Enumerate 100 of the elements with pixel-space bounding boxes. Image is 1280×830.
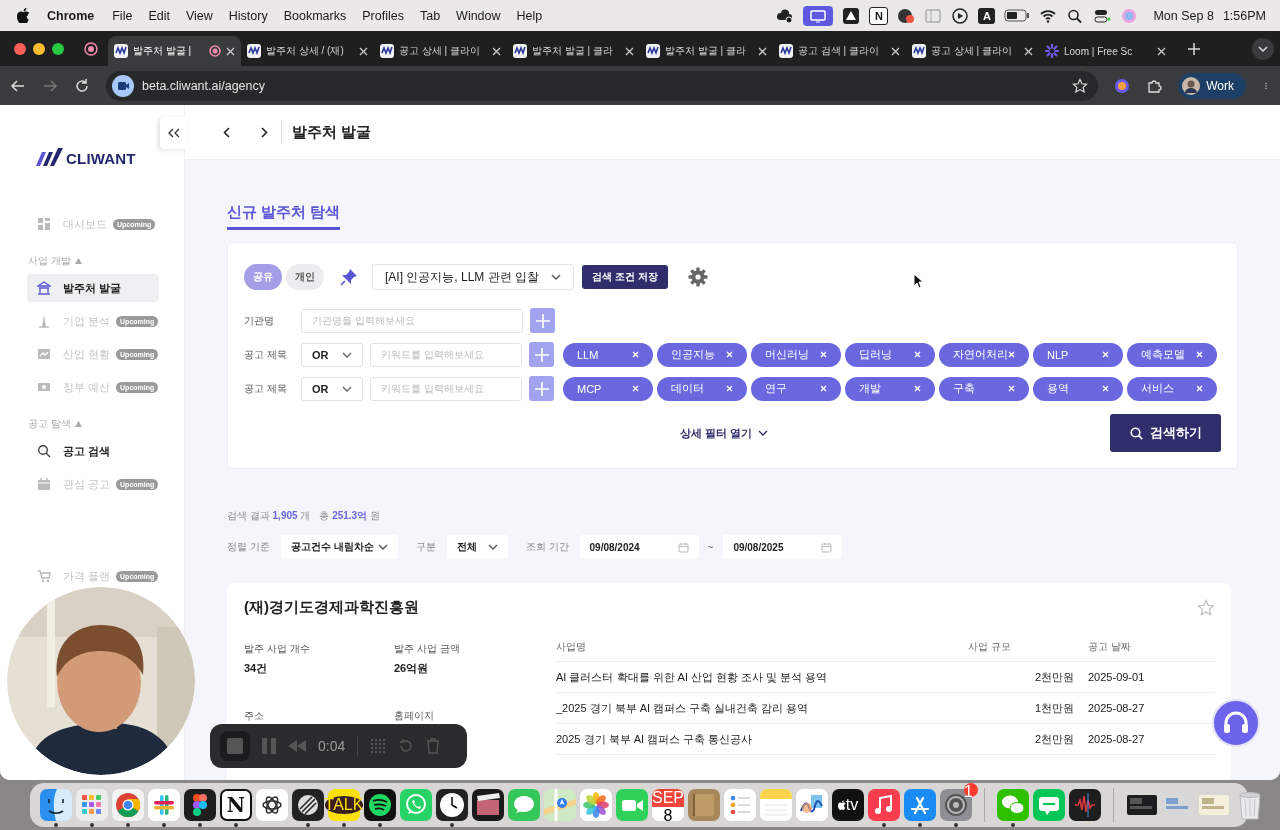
tv-app-icon[interactable]: tv: [832, 789, 864, 821]
section-tab[interactable]: 신규 발주처 탐색: [227, 203, 341, 230]
extension-orb-icon[interactable]: [1114, 77, 1131, 94]
menu-item[interactable]: History: [228, 8, 268, 23]
store-icon[interactable]: [904, 789, 936, 821]
apple-icon[interactable]: [17, 8, 30, 23]
cloud-icon[interactable]: [776, 7, 795, 24]
menu-item[interactable]: Bookmarks: [283, 8, 347, 23]
keyword-chip[interactable]: 예측모델: [1127, 342, 1217, 367]
keyword-chip[interactable]: 연구: [751, 376, 841, 401]
checklist-icon[interactable]: [724, 789, 756, 821]
colored-circles-icon[interactable]: [184, 789, 216, 821]
menu-item[interactable]: Window: [456, 8, 501, 23]
keyword-chip[interactable]: 데이터: [657, 376, 747, 401]
menu-item[interactable]: Edit: [148, 8, 170, 23]
forward-icon[interactable]: [260, 126, 268, 138]
date-field[interactable]: 09/08/2025: [723, 535, 843, 559]
control-center-icon[interactable]: [1093, 7, 1112, 24]
scribble-icon[interactable]: [796, 789, 828, 821]
remove-icon[interactable]: [1008, 385, 1015, 392]
detail-filter-link[interactable]: 상세 필터 열기: [679, 425, 768, 441]
tab-list-button[interactable]: [1252, 37, 1274, 60]
keyword-chip[interactable]: 자연어처리: [939, 342, 1029, 367]
keyword-chip[interactable]: MCP: [563, 376, 653, 401]
back-icon[interactable]: [222, 126, 230, 138]
close-icon[interactable]: [1024, 46, 1033, 56]
menu-time[interactable]: 1:56PM: [1222, 8, 1266, 23]
remove-icon[interactable]: [632, 385, 639, 392]
collapse-triangle-icon[interactable]: [74, 421, 82, 427]
keyword-chip[interactable]: 머신러닝: [751, 342, 841, 367]
remove-icon[interactable]: [820, 385, 827, 392]
browser-tab[interactable]: 발주처 발굴 | 클라: [507, 36, 640, 66]
record-icon[interactable]: [897, 7, 916, 24]
bookmark-star-icon[interactable]: [1072, 77, 1089, 94]
wifi-icon[interactable]: [1039, 7, 1058, 24]
close-icon[interactable]: [359, 46, 368, 56]
close-icon[interactable]: [891, 46, 900, 56]
keyword-chip[interactable]: 개발: [845, 376, 935, 401]
keyword-chip[interactable]: NLP: [1033, 342, 1123, 367]
pin-icon[interactable]: [340, 268, 358, 286]
profile-button[interactable]: Work: [1178, 72, 1246, 99]
keyword-field[interactable]: 키워드를 입력해보세요: [370, 342, 522, 367]
settings-icon[interactable]: [687, 267, 708, 287]
sound-waves-icon[interactable]: [364, 789, 396, 821]
collapse-sidebar-button[interactable]: [160, 117, 187, 149]
status-app-icon[interactable]: A: [978, 7, 996, 24]
menu-item[interactable]: Help: [516, 8, 543, 23]
operator-select[interactable]: OR: [301, 376, 363, 401]
puzzle-icon[interactable]: [1146, 77, 1163, 94]
chat-bubbles-icon[interactable]: [997, 789, 1029, 821]
app-menu[interactable]: Chrome: [47, 8, 95, 23]
remove-icon[interactable]: [726, 385, 733, 392]
close-icon[interactable]: [625, 46, 634, 56]
dot-grid-icon[interactable]: [370, 738, 387, 754]
remove-icon[interactable]: [914, 385, 921, 392]
browser-tab[interactable]: 공고 상세 | 클라이: [374, 36, 507, 66]
menu-date[interactable]: Mon Sep 8: [1153, 8, 1214, 23]
remove-icon[interactable]: [820, 351, 827, 358]
map-icon[interactable]: [544, 789, 576, 821]
preset-select[interactable]: [AI] 인공지능, LLM 관련 입찰: [372, 264, 574, 290]
menu-item[interactable]: File: [112, 8, 133, 23]
menu-item[interactable]: Tab: [419, 8, 441, 23]
clapperboard-icon[interactable]: [472, 789, 504, 821]
close-icon[interactable]: [758, 46, 767, 56]
browser-tab[interactable]: 공고 검색 | 클라이: [773, 36, 906, 66]
address-bar[interactable]: beta.cliwant.ai/agency: [106, 70, 1099, 101]
headset-button[interactable]: [1212, 699, 1260, 747]
save-filter-button[interactable]: 검색 조건 저장: [582, 265, 668, 289]
reload-icon[interactable]: [74, 77, 90, 94]
back-icon[interactable]: [10, 77, 26, 94]
remove-icon[interactable]: [1102, 385, 1109, 392]
keyword-chip[interactable]: 용역: [1033, 376, 1123, 401]
sidebar-item[interactable]: 공고 검색: [27, 437, 159, 465]
keyword-chip[interactable]: 서비스: [1127, 376, 1217, 401]
remove-icon[interactable]: [632, 351, 639, 358]
remove-icon[interactable]: [1008, 351, 1015, 358]
operator-select[interactable]: OR: [301, 342, 363, 367]
browser-tab[interactable]: 공고 상세 | 클라이: [906, 36, 1039, 66]
keyword-chip[interactable]: 구축: [939, 376, 1029, 401]
music-note-icon[interactable]: [868, 789, 900, 821]
close-window-button[interactable]: [14, 42, 26, 55]
scope-tab[interactable]: 개인: [286, 264, 324, 290]
calendar-icon[interactable]: SEP 8: [652, 789, 684, 821]
remove-icon[interactable]: [726, 351, 733, 358]
close-icon[interactable]: [492, 46, 501, 56]
flower-icon[interactable]: [580, 789, 612, 821]
letter-app-icon[interactable]: N: [220, 789, 252, 821]
clock-icon[interactable]: [436, 789, 468, 821]
close-icon[interactable]: [1157, 46, 1166, 56]
keyword-chip[interactable]: 딥러닝: [845, 342, 935, 367]
notebook-icon[interactable]: [688, 789, 720, 821]
keyword-chip[interactable]: LLM: [563, 342, 653, 367]
keyword-field[interactable]: 키워드를 입력해보세요: [370, 376, 522, 401]
status-app-icon[interactable]: N: [869, 6, 889, 25]
menu-item[interactable]: Profiles: [362, 8, 404, 23]
waveform-icon[interactable]: [1069, 789, 1101, 821]
stop-button[interactable]: [220, 731, 250, 761]
agency-field[interactable]: 기관명을 입력해보세요: [301, 308, 523, 333]
play-icon[interactable]: [951, 7, 970, 24]
menu-item[interactable]: View: [185, 8, 213, 23]
